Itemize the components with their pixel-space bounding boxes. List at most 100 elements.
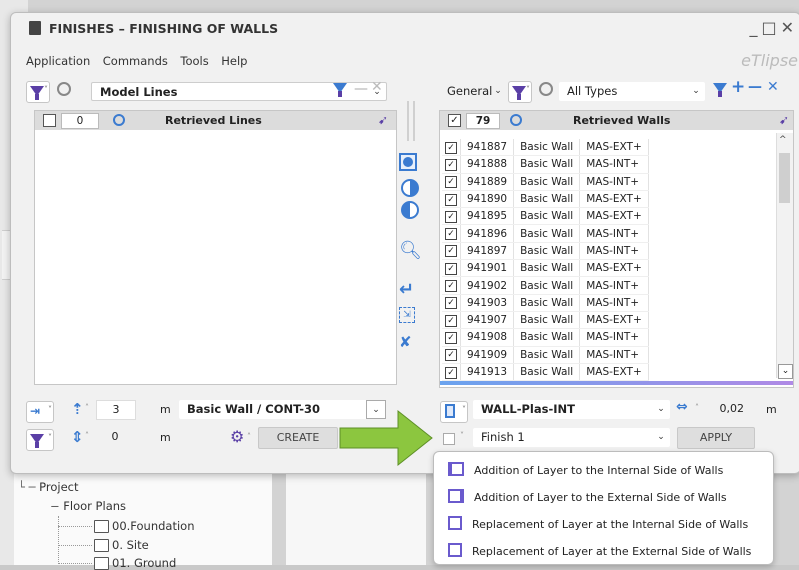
gear-stepper-icon[interactable]: ˄ bbox=[247, 432, 251, 441]
tree-item-floor-plans[interactable]: − Floor Plans bbox=[50, 499, 126, 513]
table-row[interactable]: ✓ 941897 Basic Wall MAS-INT+ bbox=[442, 242, 649, 261]
finish-combo[interactable]: Finish 1 ⌄ bbox=[473, 428, 670, 447]
stepper-icon[interactable]: ˄ bbox=[695, 403, 699, 412]
create-button[interactable]: CREATE bbox=[258, 427, 338, 449]
table-row[interactable]: ✓ 941889 Basic Wall MAS-INT+ bbox=[442, 173, 649, 191]
clear-filter-icon[interactable]: ✕ bbox=[371, 79, 383, 95]
row-checkbox-cell[interactable]: ✓ bbox=[442, 276, 461, 295]
row-checkbox-cell[interactable]: ✓ bbox=[442, 207, 461, 226]
finish-checkbox[interactable] bbox=[443, 433, 455, 445]
row-checkbox-cell[interactable]: ✓ bbox=[442, 155, 461, 174]
select-cursor-icon[interactable]: ➹ bbox=[378, 113, 388, 127]
remove-icon[interactable]: — bbox=[354, 81, 368, 97]
add-icon[interactable]: + bbox=[731, 77, 745, 97]
walls-scrollbar[interactable]: ^ ⌄ bbox=[776, 133, 793, 379]
settings-gear-icon[interactable]: ⚙ bbox=[230, 427, 244, 446]
row-checkbox[interactable]: ✓ bbox=[445, 297, 457, 310]
layer-dropdown-button[interactable]: ˅ bbox=[440, 401, 468, 423]
minimize-button[interactable]: _ bbox=[749, 18, 761, 37]
row-checkbox-cell[interactable]: ✓ bbox=[442, 346, 461, 364]
align-dropdown-button[interactable]: ⇥ ˅ bbox=[26, 401, 54, 423]
table-row[interactable]: ✓ 941908 Basic Wall MAS-INT+ bbox=[442, 328, 649, 347]
height-input[interactable]: 3 bbox=[96, 400, 136, 420]
refresh-icon[interactable] bbox=[510, 114, 522, 126]
dropdown-option-replace-external[interactable]: Replacement of Layer at the External Sid… bbox=[448, 543, 751, 558]
table-row[interactable]: ✓ 941896 Basic Wall MAS-INT+ bbox=[442, 224, 649, 243]
table-row[interactable]: ✓ 941890 Basic Wall MAS-EXT+ bbox=[442, 190, 649, 209]
table-row[interactable]: ✓ 941907 Basic Wall MAS-EXT+ bbox=[442, 311, 649, 330]
cursor-cross-icon[interactable]: ✘ bbox=[399, 333, 423, 353]
filter-dropdown-button[interactable]: ˅ bbox=[26, 81, 50, 103]
dropdown-option-add-external[interactable]: Addition of Layer to the External Side o… bbox=[448, 489, 727, 504]
row-checkbox[interactable]: ✓ bbox=[445, 141, 457, 154]
select-box-icon[interactable]: ⇲ bbox=[399, 307, 423, 327]
row-checkbox[interactable]: ✓ bbox=[445, 366, 457, 379]
category-combo[interactable]: General ⌄ bbox=[443, 82, 507, 101]
apply-button[interactable]: APPLY bbox=[677, 427, 755, 449]
maximize-button[interactable]: □ bbox=[761, 18, 780, 37]
offset-input[interactable]: 0 bbox=[96, 428, 134, 446]
no-filter-icon[interactable] bbox=[57, 82, 71, 96]
stepper-icon[interactable]: ˄ bbox=[85, 403, 89, 412]
scroll-up-icon[interactable]: ^ bbox=[779, 135, 787, 145]
close-button[interactable]: ✕ bbox=[781, 18, 798, 37]
zoom-icon[interactable]: 🔍︎ bbox=[399, 240, 423, 261]
row-checkbox[interactable]: ✓ bbox=[445, 158, 457, 171]
row-checkbox[interactable]: ✓ bbox=[445, 210, 457, 223]
tree-item-view-1[interactable]: 0. Site bbox=[94, 538, 149, 552]
tree-item-view-2[interactable]: 01. Ground bbox=[94, 556, 176, 570]
row-checkbox-cell[interactable]: ✓ bbox=[442, 242, 461, 261]
types-combo[interactable]: All Types ⌄ bbox=[559, 82, 705, 101]
table-row[interactable]: ✓ 941913 Basic Wall MAS-EXT+ bbox=[442, 363, 649, 382]
row-checkbox[interactable]: ✓ bbox=[445, 193, 457, 206]
row-checkbox-cell[interactable]: ✓ bbox=[442, 139, 461, 157]
scroll-down-icon[interactable]: ⌄ bbox=[778, 364, 793, 379]
tree-item-view-0[interactable]: 00.Foundation bbox=[94, 519, 194, 533]
tree-item-project[interactable]: └ ─ Project bbox=[18, 480, 79, 494]
row-checkbox[interactable]: ✓ bbox=[445, 245, 457, 258]
fill-circle-button[interactable] bbox=[399, 153, 423, 173]
table-row[interactable]: ✓ 941895 Basic Wall MAS-EXT+ bbox=[442, 207, 649, 226]
menu-application[interactable]: Application bbox=[26, 54, 90, 68]
select-cursor-icon[interactable]: ➹ bbox=[779, 113, 789, 127]
half-right-circle-button[interactable] bbox=[401, 201, 425, 221]
table-row[interactable]: ✓ 941903 Basic Wall MAS-INT+ bbox=[442, 294, 649, 312]
half-left-circle-button[interactable] bbox=[401, 179, 425, 199]
apply-filter-icon[interactable] bbox=[333, 83, 347, 97]
apply-filter-icon[interactable] bbox=[713, 83, 727, 97]
walls-filter-dropdown-button[interactable]: ˅ bbox=[508, 81, 532, 103]
return-arrow-icon[interactable]: ↵ bbox=[399, 279, 423, 300]
select-all-lines-checkbox[interactable] bbox=[43, 114, 56, 127]
menu-tools[interactable]: Tools bbox=[180, 54, 208, 68]
table-row[interactable]: ✓ 941902 Basic Wall MAS-INT+ bbox=[442, 276, 649, 295]
table-row[interactable]: ✓ 941888 Basic Wall MAS-INT+ bbox=[442, 155, 649, 174]
refresh-icon[interactable] bbox=[113, 114, 125, 126]
remove-icon[interactable]: — bbox=[748, 79, 762, 95]
row-checkbox[interactable]: ✓ bbox=[445, 176, 457, 189]
row-checkbox-cell[interactable]: ✓ bbox=[442, 190, 461, 209]
row-checkbox[interactable]: ✓ bbox=[445, 331, 457, 344]
table-row[interactable]: ✓ 941909 Basic Wall MAS-INT+ bbox=[442, 346, 649, 364]
no-filter-icon[interactable] bbox=[539, 82, 553, 96]
table-row[interactable]: ✓ 941901 Basic Wall MAS-EXT+ bbox=[442, 259, 649, 278]
row-checkbox[interactable]: ✓ bbox=[445, 349, 457, 362]
row-checkbox-cell[interactable]: ✓ bbox=[442, 294, 461, 312]
row-checkbox-cell[interactable]: ✓ bbox=[442, 259, 461, 278]
row-checkbox[interactable]: ✓ bbox=[445, 314, 457, 327]
row-checkbox-cell[interactable]: ✓ bbox=[442, 173, 461, 191]
chevron-down-icon[interactable]: ˅ bbox=[460, 431, 464, 440]
row-checkbox-cell[interactable]: ✓ bbox=[442, 224, 461, 243]
menu-help[interactable]: Help bbox=[221, 54, 247, 68]
dropdown-option-add-internal[interactable]: Addition of Layer to the Internal Side o… bbox=[448, 462, 723, 477]
table-row[interactable]: ✓ 941887 Basic Wall MAS-EXT+ bbox=[442, 139, 649, 157]
row-checkbox[interactable]: ✓ bbox=[445, 228, 457, 241]
select-all-walls-checkbox[interactable]: ✓ bbox=[448, 114, 461, 127]
layer-combo[interactable]: WALL-Plas-INT ⌄ bbox=[473, 400, 670, 419]
row-checkbox-cell[interactable]: ✓ bbox=[442, 328, 461, 347]
scroll-thumb[interactable] bbox=[779, 153, 790, 203]
row-checkbox-cell[interactable]: ✓ bbox=[442, 363, 461, 382]
stepper-icon[interactable]: ˄ bbox=[85, 431, 89, 440]
thickness-input[interactable]: 0,02 bbox=[706, 400, 745, 418]
row-checkbox[interactable]: ✓ bbox=[445, 262, 457, 275]
menu-commands[interactable]: Commands bbox=[103, 54, 168, 68]
